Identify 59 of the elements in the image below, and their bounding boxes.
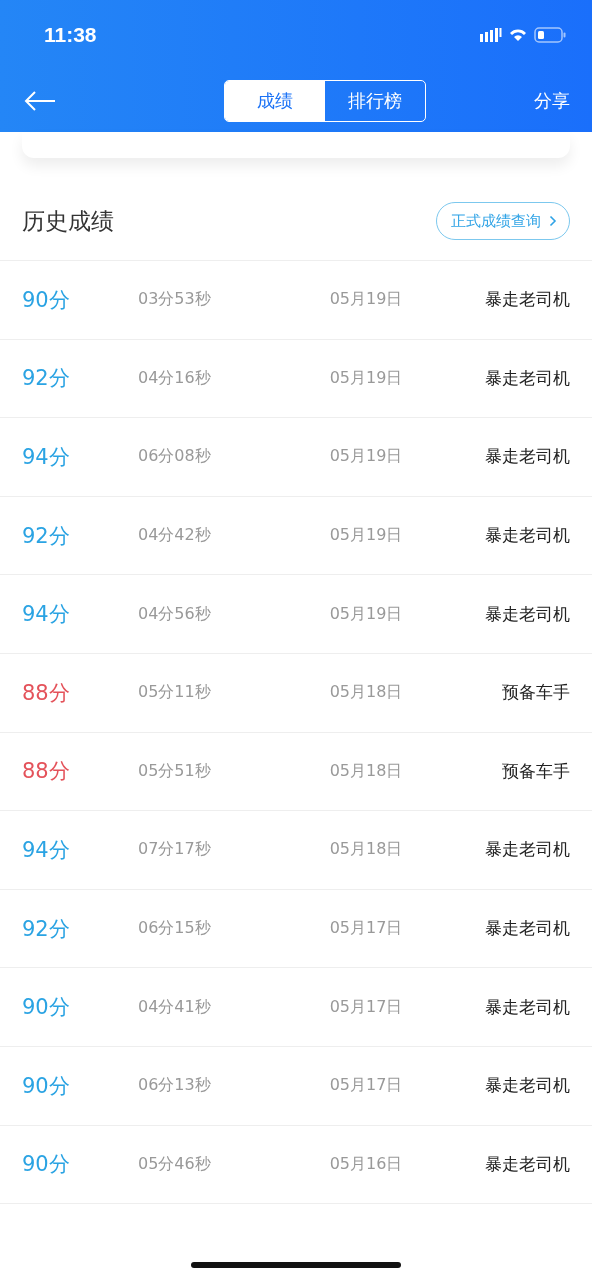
rank-title: 暴走老司机 <box>485 1074 570 1098</box>
chevron-right-icon <box>549 215 557 227</box>
duration-text: 03分53秒 <box>137 289 211 311</box>
query-button[interactable]: 正式成绩查询 <box>436 202 570 240</box>
score-text: 92分 <box>22 522 71 550</box>
date-text: 05月17日 <box>329 1075 403 1097</box>
duration-text: 05分46秒 <box>137 1153 211 1175</box>
score-text: 90分 <box>22 1151 71 1179</box>
rank-title: 预备车手 <box>502 759 570 783</box>
status-time: 11:38 <box>44 23 97 47</box>
section-title: 历史成绩 <box>22 206 114 236</box>
date-text: 05月19日 <box>329 289 403 311</box>
duration-text: 06分08秒 <box>137 446 211 468</box>
back-arrow-icon[interactable] <box>24 90 56 112</box>
date-text: 05月18日 <box>329 839 403 861</box>
signal-icon <box>480 28 502 42</box>
wifi-icon <box>509 28 527 42</box>
rank-title: 暴走老司机 <box>485 445 570 469</box>
date-text: 05月19日 <box>329 603 403 625</box>
date-text: 05月19日 <box>329 446 403 468</box>
date-text: 05月17日 <box>329 918 403 940</box>
score-text: 94分 <box>22 601 71 629</box>
score-text: 92分 <box>22 365 71 393</box>
duration-text: 06分13秒 <box>137 1075 211 1097</box>
rank-title: 暴走老司机 <box>485 602 570 626</box>
score-text: 90分 <box>22 994 71 1022</box>
rank-title: 暴走老司机 <box>485 366 570 390</box>
duration-text: 04分41秒 <box>137 996 211 1018</box>
duration-text: 06分15秒 <box>137 918 211 940</box>
score-text: 90分 <box>22 1072 71 1100</box>
rank-title: 暴走老司机 <box>485 995 570 1019</box>
date-text: 05月16日 <box>329 1153 403 1175</box>
duration-text: 04分56秒 <box>137 603 211 625</box>
tab[interactable]: 排行榜 <box>325 81 425 121</box>
score-text: 94分 <box>22 836 71 864</box>
score-text: 88分 <box>22 679 71 707</box>
date-text: 05月17日 <box>329 996 403 1018</box>
date-text: 05月18日 <box>329 682 403 704</box>
rank-title: 暴走老司机 <box>485 838 570 862</box>
rank-title: 暴走老司机 <box>485 917 570 941</box>
date-text: 05月19日 <box>329 367 403 389</box>
score-text: 92分 <box>22 915 71 943</box>
share-button[interactable]: 分享 <box>534 89 570 113</box>
rank-title: 暴走老司机 <box>485 1152 570 1176</box>
duration-text: 04分16秒 <box>137 367 211 389</box>
tab[interactable]: 成绩 <box>225 81 325 121</box>
duration-text: 05分11秒 <box>137 682 211 704</box>
score-text: 90分 <box>22 286 71 314</box>
rank-title: 预备车手 <box>502 681 570 705</box>
date-text: 05月18日 <box>329 760 403 782</box>
rank-title: 暴走老司机 <box>485 288 570 312</box>
rank-title: 暴走老司机 <box>485 524 570 548</box>
date-text: 05月19日 <box>329 525 403 547</box>
score-text: 94分 <box>22 444 71 471</box>
duration-text: 07分17秒 <box>137 839 211 861</box>
duration-text: 05分51秒 <box>137 760 211 782</box>
battery-icon <box>534 27 566 43</box>
score-text: 88分 <box>22 758 71 786</box>
duration-text: 04分42秒 <box>137 525 211 547</box>
